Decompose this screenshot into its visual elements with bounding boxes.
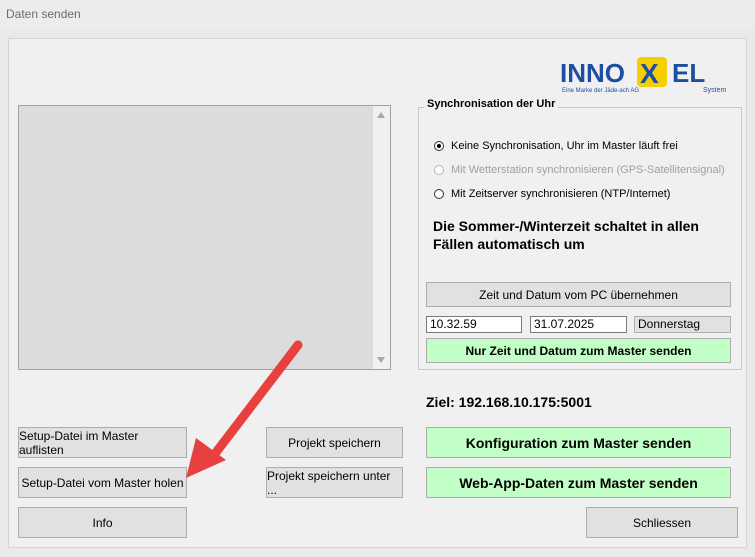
logo-text-right: EL	[672, 58, 705, 88]
innoxel-logo: INNO X EL Eine Marke der Jäde-ach AG Sys…	[560, 57, 727, 94]
project-save-button[interactable]: Projekt speichern	[266, 427, 403, 458]
radio-circle-icon[interactable]	[434, 141, 444, 151]
radio-ntp-sync[interactable]: Mit Zeitserver synchronisieren (NTP/Inte…	[434, 188, 670, 200]
info-button[interactable]: Info	[18, 507, 187, 538]
title-bar: Daten senden	[0, 0, 755, 30]
target-address: Ziel: 192.168.10.175:5001	[426, 394, 592, 410]
window-title: Daten senden	[6, 7, 81, 21]
scroll-up-icon[interactable]	[377, 112, 385, 118]
logo-text-mid: X	[640, 58, 659, 89]
sync-group-title: Synchronisation der Uhr	[424, 98, 559, 110]
project-save-as-button[interactable]: Projekt speichern unter ...	[266, 467, 403, 498]
dst-note: Die Sommer-/Winterzeit schaltet in allen…	[433, 218, 699, 252]
logo-text-left: INNO	[560, 58, 625, 88]
radio-ntp-sync-label: Mit Zeitserver synchronisieren (NTP/Inte…	[451, 188, 671, 200]
dialog-client-area: INNO X EL Eine Marke der Jäde-ach AG Sys…	[8, 38, 747, 548]
radio-circle-icon[interactable]	[434, 165, 444, 175]
close-button[interactable]: Schliessen	[586, 507, 738, 538]
take-pc-time-button[interactable]: Zeit und Datum vom PC übernehmen	[426, 282, 731, 307]
send-webapp-button[interactable]: Web-App-Daten zum Master senden	[426, 467, 731, 498]
radio-circle-icon[interactable]	[434, 189, 444, 199]
radio-no-sync[interactable]: Keine Synchronisation, Uhr im Master läu…	[434, 140, 678, 152]
setup-list-button[interactable]: Setup-Datei im Master auflisten	[18, 427, 187, 458]
weekday-field: Donnerstag	[634, 316, 731, 333]
setup-fetch-button[interactable]: Setup-Datei vom Master holen	[18, 467, 187, 498]
radio-weather-sync-label: Mit Wetterstation synchronisieren (GPS-S…	[451, 164, 725, 176]
radio-weather-sync[interactable]: Mit Wetterstation synchronisieren (GPS-S…	[434, 164, 725, 176]
listbox-scrollbar[interactable]	[373, 106, 390, 369]
logo-tagline: Eine Marke der Jäde-ach AG	[562, 88, 639, 94]
send-config-button[interactable]: Konfiguration zum Master senden	[426, 427, 731, 458]
logo-system: System	[703, 87, 727, 94]
scroll-down-icon[interactable]	[377, 357, 385, 363]
radio-no-sync-label: Keine Synchronisation, Uhr im Master läu…	[451, 140, 678, 152]
log-listbox[interactable]	[18, 105, 391, 370]
date-field[interactable]: 31.07.2025	[530, 316, 627, 333]
time-field[interactable]: 10.32.59	[426, 316, 522, 333]
send-time-date-button[interactable]: Nur Zeit und Datum zum Master senden	[426, 338, 731, 363]
